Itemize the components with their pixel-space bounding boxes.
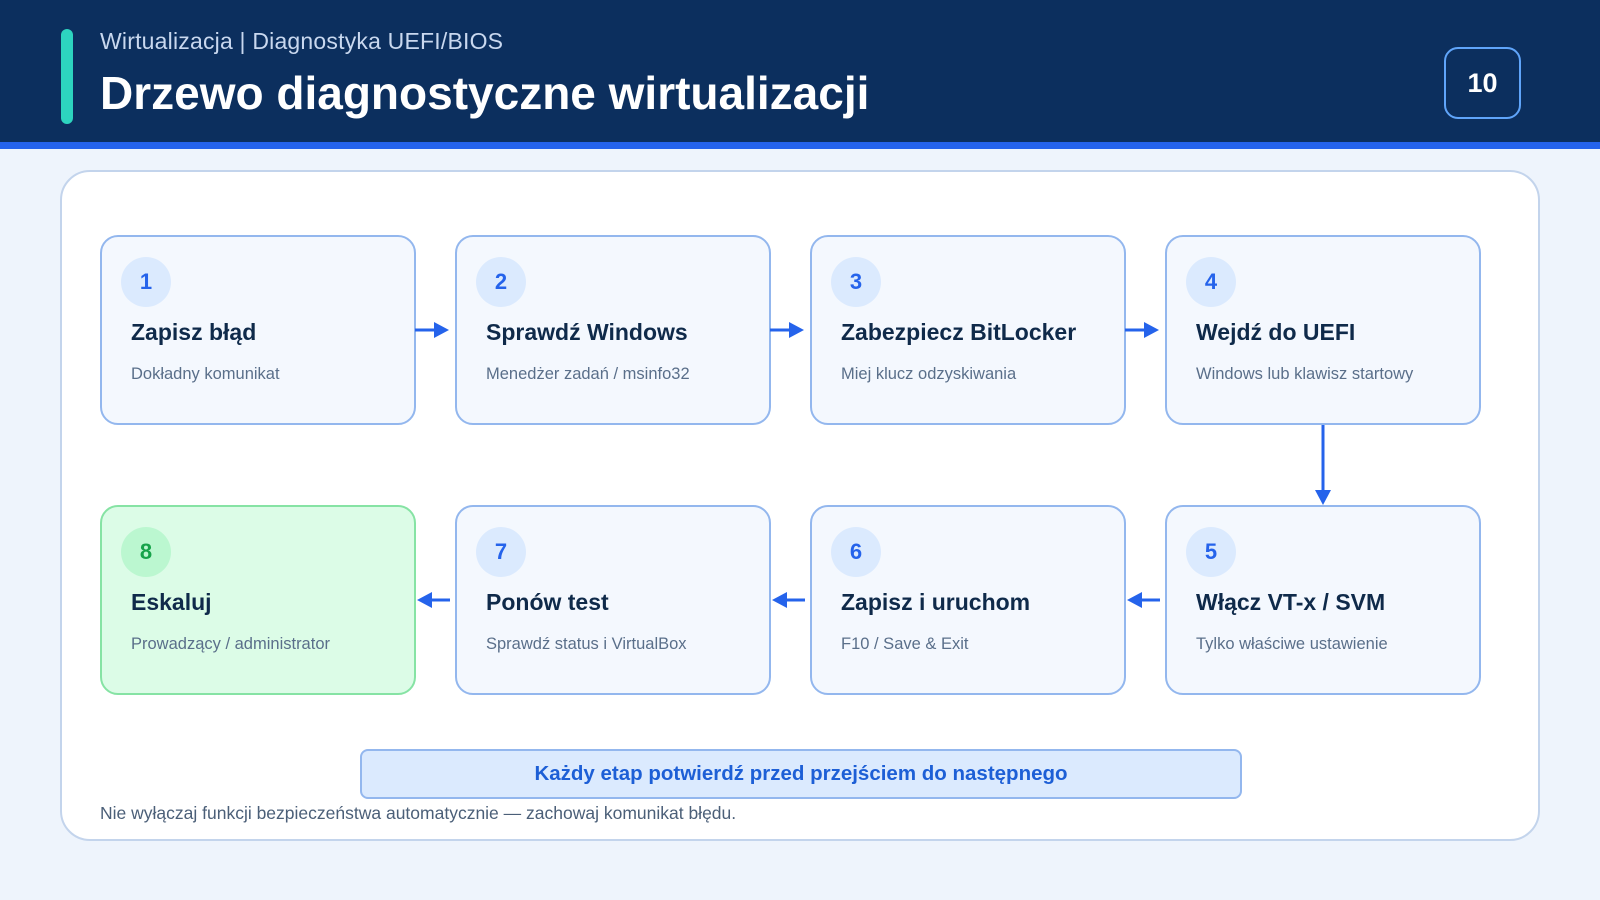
arrow-2-to-3 xyxy=(770,322,804,338)
arrow-5-to-6 xyxy=(1127,592,1160,608)
arrow-7-to-8 xyxy=(417,592,450,608)
arrow-4-to-5 xyxy=(1315,425,1331,505)
arrow-6-to-7 xyxy=(772,592,805,608)
info-banner: Każdy etap potwierdź przed przejściem do… xyxy=(360,749,1242,799)
footer-note: Nie wyłączaj funkcji bezpieczeństwa auto… xyxy=(100,803,737,823)
arrow-3-to-4 xyxy=(1125,322,1159,338)
arrow-1-to-2 xyxy=(415,322,449,338)
